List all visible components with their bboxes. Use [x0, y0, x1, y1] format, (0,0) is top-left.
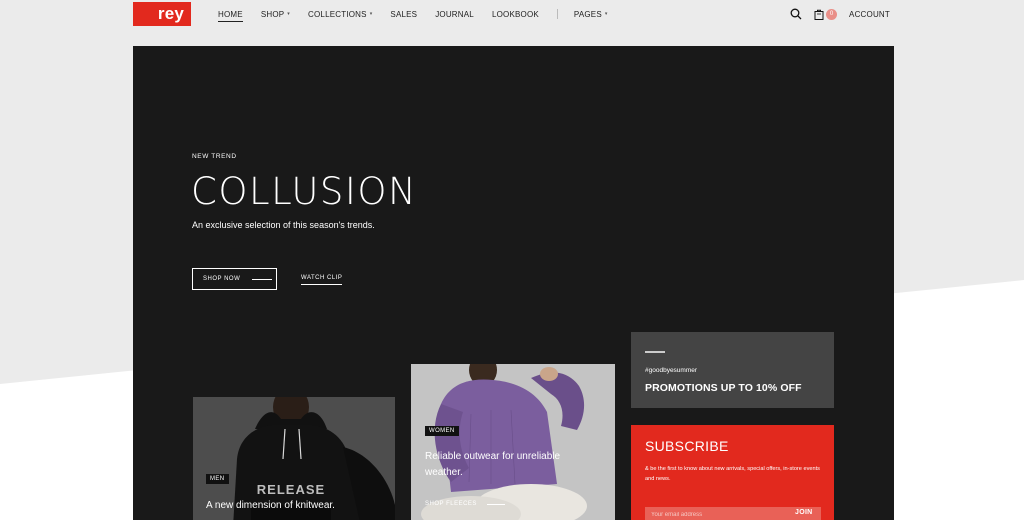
join-button[interactable]: JOIN	[795, 509, 813, 516]
hero-section: NEW TREND COLLUSION An exclusive selecti…	[133, 46, 894, 520]
chevron-down-icon: ▾	[604, 11, 608, 17]
search-icon	[790, 8, 802, 20]
nav-label: HOME	[218, 9, 243, 19]
nav-item-lookbook[interactable]: LOOKBOOK	[492, 10, 539, 19]
men-category-card[interactable]: RELEASE MEN A new dimension of knitwear.	[193, 397, 395, 520]
cart-button[interactable]: 0	[814, 8, 838, 20]
men-card-text: A new dimension of knitwear.	[206, 500, 335, 511]
shopping-bag-icon	[814, 9, 824, 20]
chevron-down-icon: ▾	[287, 11, 291, 17]
header-actions: 0 ACCOUNT	[790, 0, 890, 28]
men-tag: MEN	[206, 474, 229, 484]
women-card-text-line: Reliable outwear for unreliable	[425, 451, 561, 462]
promo-title: PROMOTIONS UP TO 10% OFF	[645, 382, 802, 394]
nav-divider	[556, 9, 558, 19]
subscribe-panel: SUBSCRIBE & be the first to know about n…	[631, 425, 834, 520]
nav-item-shop[interactable]: SHOP ▾	[261, 10, 290, 19]
watch-clip-link[interactable]: WATCH CLIP	[301, 275, 343, 285]
release-print-text: RELEASE	[257, 482, 325, 497]
subscribe-description: & be the first to know about new arrival…	[645, 466, 820, 482]
nav-item-pages[interactable]: PAGES ▾	[574, 10, 608, 19]
hero-title: COLLUSION	[191, 170, 418, 213]
arrow-line-icon	[252, 278, 273, 280]
nav-item-collections[interactable]: COLLECTIONS ▾	[308, 10, 372, 19]
promo-hashtag: #goodbyesummer	[645, 367, 698, 374]
women-category-card[interactable]: WOMEN Reliable outwear for unreliable we…	[411, 364, 615, 520]
account-link[interactable]: ACCOUNT	[849, 10, 890, 19]
search-button[interactable]	[790, 8, 802, 20]
main-nav: HOME SHOP ▾ COLLECTIONS ▾ SALES JOURNAL …	[218, 0, 626, 28]
shop-now-button[interactable]: SHOP NOW	[192, 268, 277, 290]
nav-label: JOURNAL	[435, 9, 474, 19]
arrow-line-icon	[486, 503, 505, 505]
women-sweater-image	[411, 364, 615, 520]
nav-label: PAGES	[573, 9, 602, 19]
hero-subtitle: An exclusive selection of this season's …	[192, 220, 375, 230]
nav-label: SALES	[390, 9, 418, 19]
nav-item-sales[interactable]: SALES	[390, 10, 417, 19]
shop-fleeces-label: SHOP FLEECES	[425, 501, 477, 507]
hero-kicker: NEW TREND	[192, 153, 237, 160]
nav-label: COLLECTIONS	[308, 9, 367, 19]
subscribe-title: SUBSCRIBE	[645, 438, 729, 454]
shop-now-label: SHOP NOW	[203, 276, 241, 282]
nav-item-journal[interactable]: JOURNAL	[435, 10, 474, 19]
site-header: rey HOME SHOP ▾ COLLECTIONS ▾ SALES JOUR…	[0, 0, 1024, 30]
nav-label: SHOP	[260, 9, 285, 19]
women-card-text: Reliable outwear for unreliable weather.	[425, 449, 605, 481]
logo-text: rey	[157, 4, 184, 23]
cart-count-badge: 0	[826, 8, 838, 20]
nav-item-home[interactable]: HOME	[218, 9, 243, 22]
shop-fleeces-link[interactable]: SHOP FLEECES	[425, 501, 505, 507]
brand-logo[interactable]: rey	[133, 2, 191, 26]
promo-banner[interactable]: #goodbyesummer PROMOTIONS UP TO 10% OFF	[631, 332, 834, 408]
chevron-down-icon: ▾	[369, 11, 373, 17]
promo-dash	[645, 351, 665, 353]
nav-label: LOOKBOOK	[491, 9, 539, 19]
women-card-text-line: weather.	[425, 467, 463, 478]
women-tag: WOMEN	[425, 426, 459, 436]
